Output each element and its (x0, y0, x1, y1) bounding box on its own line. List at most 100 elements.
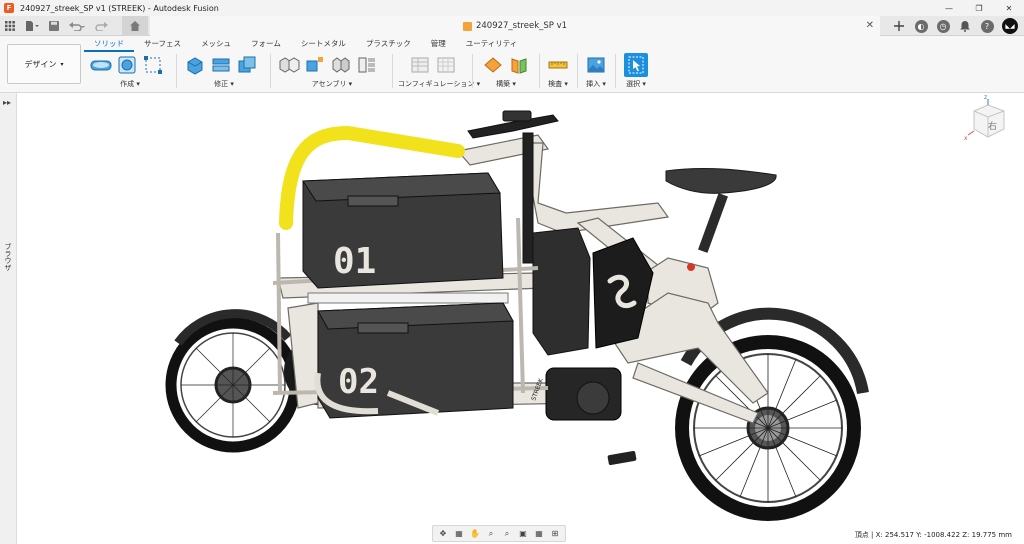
file-menu-icon[interactable] (20, 16, 44, 36)
viewports-icon[interactable]: ⊞ (547, 527, 563, 541)
insert-label[interactable]: 挿入 ▾ (581, 79, 611, 89)
construct-group: 構築 ▾ (476, 52, 536, 92)
tab-plastic[interactable]: プラスチック (356, 38, 421, 52)
title-bar: F 240927_streek_SP v1 (STREEK) - Autodes… (0, 0, 1024, 16)
tab-manage[interactable]: 管理 (421, 38, 456, 52)
extensions-icon[interactable]: ◐ (910, 16, 932, 36)
ribbon-toolbar: デザイン ▾ ソリッド サーフェス メッシュ フォーム シートメタル プラスチッ… (0, 36, 1024, 93)
zoom-icon[interactable]: ⌕ (483, 527, 499, 541)
measure-ruler-icon[interactable] (546, 53, 570, 77)
select-cursor-icon[interactable] (624, 53, 648, 77)
look-at-icon[interactable]: ▦ (451, 527, 467, 541)
fit-zoom-icon[interactable]: ⌕ (499, 527, 515, 541)
new-tab-plus-icon[interactable] (888, 16, 910, 36)
window-title: 240927_streek_SP v1 (STREEK) - Autodesk … (20, 3, 219, 13)
configure-group: コンフィギュレーション ▾ (398, 52, 480, 92)
maximize-button[interactable]: ❐ (964, 0, 994, 16)
select-group: 選択 ▾ (619, 52, 653, 92)
create-sketch-icon[interactable] (89, 53, 113, 77)
tab-solid[interactable]: ソリッド (84, 38, 134, 52)
create-group: 作成 ▾ (88, 52, 172, 92)
chevron-down-icon: ▾ (60, 60, 64, 68)
undo-icon[interactable] (64, 16, 90, 36)
orbit-icon[interactable]: ✥ (435, 527, 451, 541)
tab-form[interactable]: フォーム (241, 38, 291, 52)
combine-icon[interactable] (235, 53, 259, 77)
save-icon[interactable] (44, 16, 64, 36)
construct-label[interactable]: 構築 ▾ (476, 79, 536, 89)
inspect-label[interactable]: 検査 ▾ (543, 79, 573, 89)
modify-label[interactable]: 修正 ▾ (182, 79, 266, 89)
grid-settings-icon[interactable]: ▦ (531, 527, 547, 541)
selection-status-readout: 頂点 | X: 254.517 Y: -1008.422 Z: 19.775 m… (854, 531, 1012, 539)
inspect-group: 検査 ▾ (543, 52, 573, 92)
cargo-box-top[interactable]: 01 (302, 172, 504, 289)
cargo-box-bottom[interactable]: 02 (317, 302, 514, 419)
box-bottom-number: 02 (338, 362, 379, 402)
configure-label[interactable]: コンフィギュレーション ▾ (398, 79, 480, 89)
assemble-group: アセンブリ ▾ (276, 52, 388, 92)
quick-access-tools (0, 16, 148, 36)
document-tab[interactable]: 240927_streek_SP v1 ✕ (150, 16, 880, 36)
configure-grid-icon[interactable] (434, 53, 458, 77)
component-cube-icon (462, 21, 472, 31)
user-avatar[interactable]: ◣◢ (1002, 18, 1018, 34)
new-component-icon[interactable] (277, 53, 301, 77)
ribbon-separator (615, 54, 616, 88)
window-controls: — ❐ ✕ (934, 0, 1024, 16)
fusion-window: F 240927_streek_SP v1 (STREEK) - Autodes… (0, 0, 1024, 544)
workspace-switcher[interactable]: デザイン ▾ (7, 44, 81, 84)
cargo-ebike-model[interactable]: 01 02 STREEK (18, 93, 1024, 544)
navigation-toolbar: ✥ ▦ ✋ ⌕ ⌕ ▣ ▦ ⊞ (432, 525, 566, 542)
ribbon-tabs: ソリッド サーフェス メッシュ フォーム シートメタル プラスチック 管理 ユー… (84, 38, 527, 52)
browser-label: ブラウザ (4, 243, 12, 271)
offset-plane-icon[interactable] (481, 53, 505, 77)
battery-pack[interactable] (532, 227, 591, 356)
home-tab-icon[interactable] (122, 16, 148, 36)
modify-group: 修正 ▾ (182, 52, 266, 92)
joint-origin-icon[interactable] (355, 53, 379, 77)
tab-surface[interactable]: サーフェス (134, 38, 191, 52)
ribbon-separator (270, 54, 271, 88)
ribbon-separator (577, 54, 578, 88)
insert-group: 挿入 ▾ (581, 52, 611, 92)
minimize-button[interactable]: — (934, 0, 964, 16)
saddle[interactable] (665, 167, 777, 271)
rack-label-strip (307, 292, 509, 304)
press-pull-icon[interactable] (183, 53, 207, 77)
notifications-bell-icon[interactable] (954, 16, 976, 36)
close-tab-icon[interactable]: ✕ (866, 20, 874, 31)
data-panel-grid-icon[interactable] (0, 16, 20, 36)
viewport-canvas[interactable]: 右 z x 01 02 STREEK (18, 93, 1024, 544)
pan-hand-icon[interactable]: ✋ (467, 527, 483, 541)
plane-at-angle-icon[interactable] (507, 53, 531, 77)
as-built-joint-icon[interactable] (329, 53, 353, 77)
close-window-button[interactable]: ✕ (994, 0, 1024, 16)
display-settings-icon[interactable]: ▣ (515, 527, 531, 541)
configure-table-icon[interactable] (408, 53, 432, 77)
expand-browser-icon[interactable]: ▸▸ (3, 98, 11, 107)
sketch-select-icon[interactable] (141, 53, 165, 77)
tab-mesh[interactable]: メッシュ (191, 38, 241, 52)
joint-icon[interactable] (303, 53, 327, 77)
select-label[interactable]: 選択 ▾ (619, 79, 653, 89)
redo-icon[interactable] (90, 16, 116, 36)
box-top-number: 01 (333, 241, 376, 282)
front-wheel-left[interactable] (165, 309, 301, 453)
ribbon-separator (392, 54, 393, 88)
tab-utilities[interactable]: ユーティリティ (456, 38, 528, 52)
mid-drive-motor[interactable] (545, 367, 637, 466)
job-status-icon[interactable]: ◷ (932, 16, 954, 36)
tab-sheet-metal[interactable]: シートメタル (291, 38, 356, 52)
account-tools: ◐ ◷ ? ◣◢ (888, 16, 1024, 36)
ribbon-separator (539, 54, 540, 88)
create-label[interactable]: 作成 ▾ (88, 79, 172, 89)
insert-image-icon[interactable] (584, 53, 608, 77)
quick-access-bar: 240927_streek_SP v1 ✕ ◐ ◷ ? ◣◢ (0, 16, 1024, 36)
extrude-icon[interactable] (115, 53, 139, 77)
browser-panel-collapsed[interactable]: ▸▸ ブラウザ (0, 93, 17, 544)
help-icon[interactable]: ? (976, 16, 998, 36)
assemble-label[interactable]: アセンブリ ▾ (276, 79, 388, 89)
workspace-label: デザイン (24, 59, 57, 69)
fillet-icon[interactable] (209, 53, 233, 77)
